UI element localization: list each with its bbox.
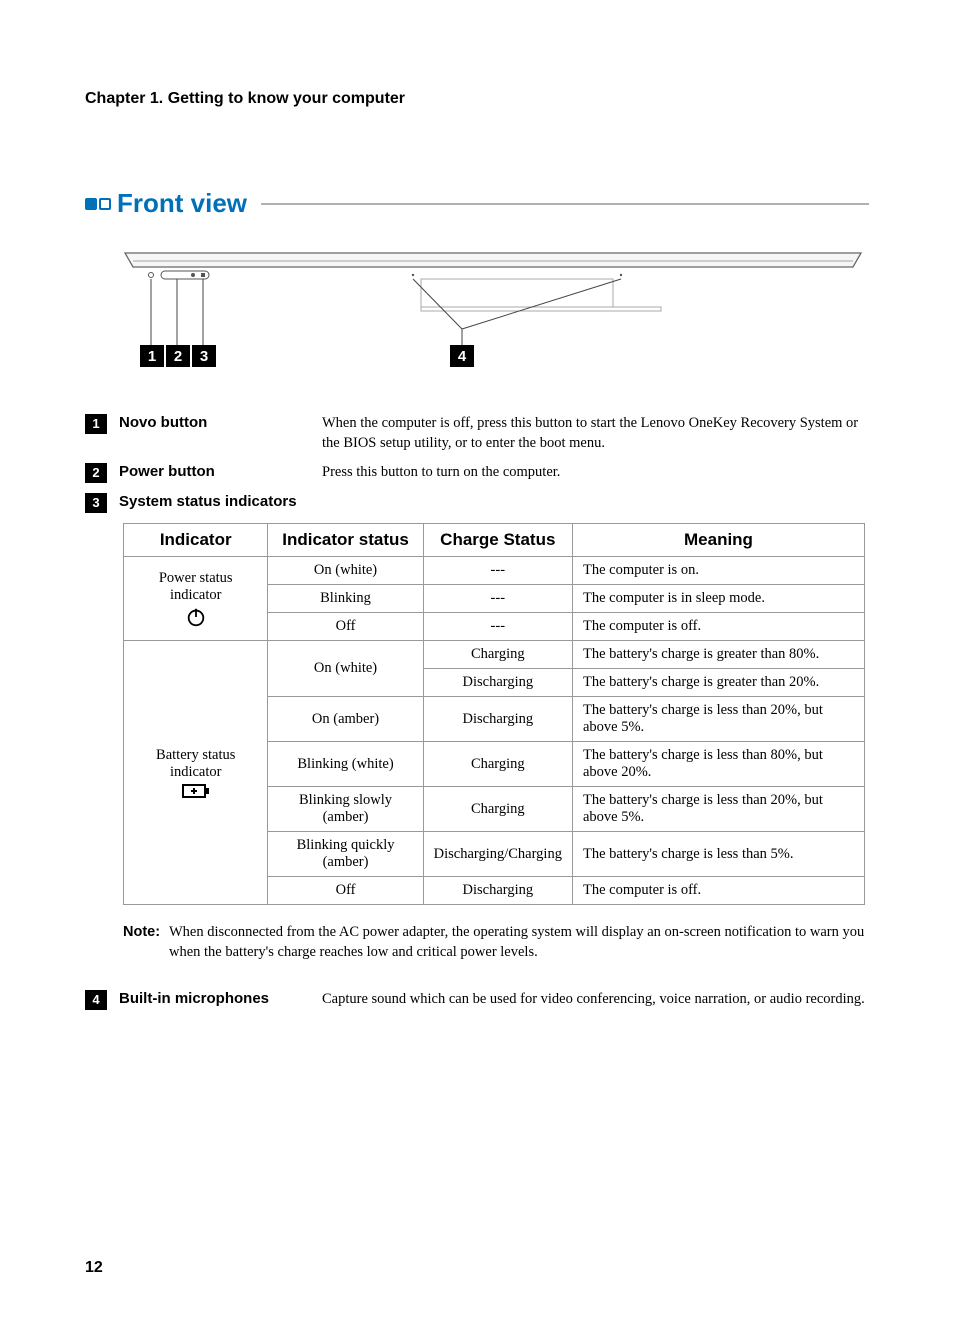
cell-charge: --- — [423, 613, 572, 641]
cell-meaning: The computer is off. — [572, 877, 864, 905]
table-row: Battery status indicator On (white) Char… — [124, 641, 865, 669]
cell-indstatus: Blinking quickly (amber) — [268, 832, 423, 877]
item-microphones: 4 Built-in microphones Capture sound whi… — [85, 990, 869, 1010]
cell-indstatus: On (white) — [268, 557, 423, 585]
item-power-button: 2 Power button Press this button to turn… — [85, 463, 869, 483]
cell-meaning: The battery's charge is less than 5%. — [572, 832, 864, 877]
item-label: Power button — [107, 463, 322, 480]
cell-charge: Discharging — [423, 669, 572, 697]
battery-icon — [134, 783, 257, 799]
cell-indstatus: Off — [268, 877, 423, 905]
cell-indstatus: On (amber) — [268, 697, 423, 742]
cell-indstatus: Blinking (white) — [268, 742, 423, 787]
callout-3-icon: 3 — [85, 493, 107, 513]
cell-charge: Discharging/Charging — [423, 832, 572, 877]
item-label: Built-in microphones — [107, 990, 322, 1007]
cell-charge: Charging — [423, 641, 572, 669]
note-block: Note: When disconnected from the AC powe… — [123, 923, 869, 962]
power-status-label: Power status indicator — [159, 570, 233, 603]
callout-1-icon: 1 — [85, 414, 107, 434]
th-indicator-status: Indicator status — [268, 524, 423, 557]
section-title: Front view — [117, 188, 247, 219]
cell-charge: --- — [423, 585, 572, 613]
status-indicator-table: Indicator Indicator status Charge Status… — [123, 523, 865, 905]
cell-indstatus: Off — [268, 613, 423, 641]
th-charge-status: Charge Status — [423, 524, 572, 557]
note-label: Note: — [123, 923, 169, 962]
cell-charge: Charging — [423, 742, 572, 787]
cell-meaning: The battery's charge is greater than 20%… — [572, 669, 864, 697]
note-text: When disconnected from the AC power adap… — [169, 923, 869, 962]
callout-4-icon: 4 — [85, 990, 107, 1010]
cell-indstatus: On (white) — [268, 641, 423, 697]
cell-meaning: The battery's charge is greater than 80%… — [572, 641, 864, 669]
section-heading: Front view — [85, 188, 869, 219]
svg-text:3: 3 — [200, 348, 208, 365]
device-front-diagram: 1 2 3 4 — [85, 249, 869, 384]
section-bullets-icon — [85, 198, 111, 210]
svg-text:2: 2 — [174, 348, 182, 365]
cell-charge: Charging — [423, 787, 572, 832]
cell-indstatus: Blinking — [268, 585, 423, 613]
cell-meaning: The computer is off. — [572, 613, 864, 641]
callout-2-icon: 2 — [85, 463, 107, 483]
svg-text:4: 4 — [458, 348, 467, 365]
chapter-title: Chapter 1. Getting to know your computer — [85, 90, 869, 108]
item-desc: When the computer is off, press this but… — [322, 414, 869, 453]
cell-meaning: The battery's charge is less than 20%, b… — [572, 787, 864, 832]
item-novo-button: 1 Novo button When the computer is off, … — [85, 414, 869, 453]
th-meaning: Meaning — [572, 524, 864, 557]
cell-meaning: The computer is in sleep mode. — [572, 585, 864, 613]
cell-charge: --- — [423, 557, 572, 585]
svg-text:1: 1 — [148, 348, 156, 365]
cell-indstatus: Blinking slowly (amber) — [268, 787, 423, 832]
item-desc: Capture sound which can be used for vide… — [322, 990, 869, 1010]
page-number: 12 — [85, 1259, 103, 1277]
item-system-status: 3 System status indicators — [85, 493, 869, 513]
cell-meaning: The battery's charge is less than 20%, b… — [572, 697, 864, 742]
th-indicator: Indicator — [124, 524, 268, 557]
cell-meaning: The computer is on. — [572, 557, 864, 585]
row-head-power: Power status indicator — [124, 557, 268, 641]
item-label: System status indicators — [107, 493, 322, 510]
cell-meaning: The battery's charge is less than 80%, b… — [572, 742, 864, 787]
item-desc: Press this button to turn on the compute… — [322, 463, 869, 483]
cell-charge: Discharging — [423, 877, 572, 905]
power-icon — [134, 606, 257, 628]
cell-charge: Discharging — [423, 697, 572, 742]
table-row: Power status indicator On (white) --- Th… — [124, 557, 865, 585]
row-head-battery: Battery status indicator — [124, 641, 268, 905]
item-label: Novo button — [107, 414, 322, 431]
battery-status-label: Battery status indicator — [156, 747, 235, 780]
